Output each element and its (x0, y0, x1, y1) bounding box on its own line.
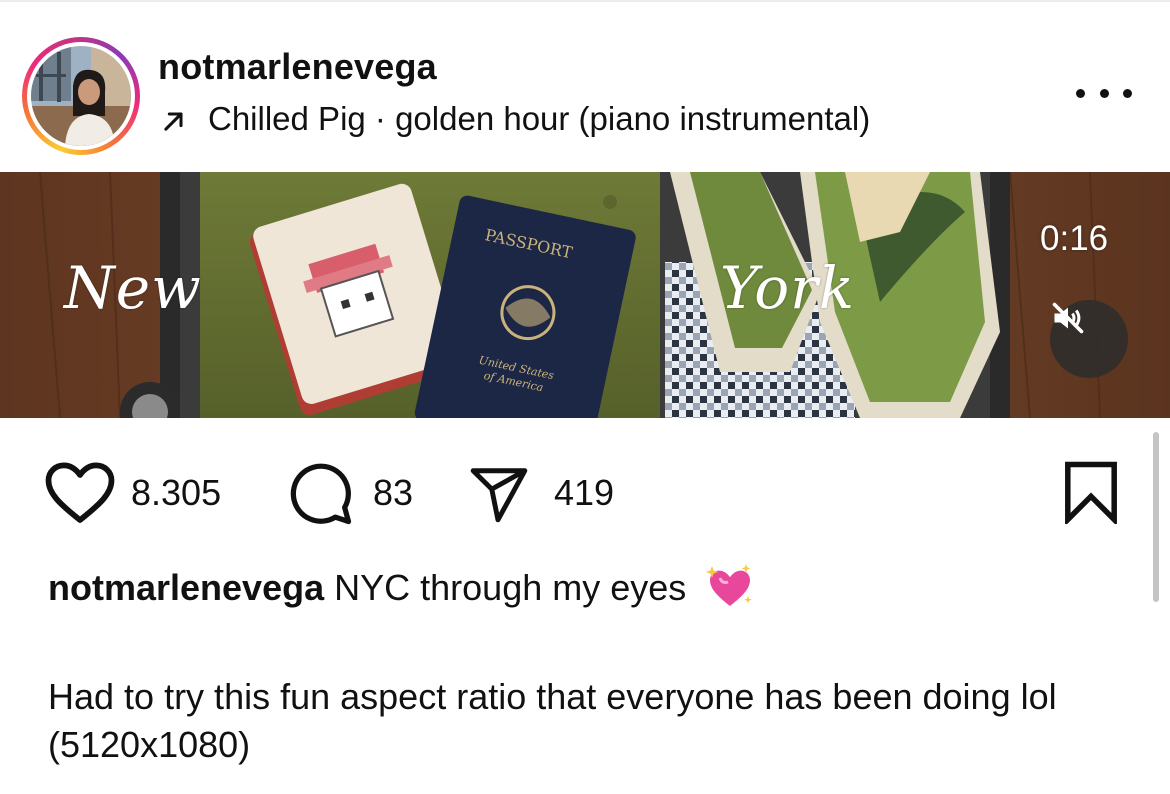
caption-text: NYC through my eyes (334, 567, 687, 608)
story-ring[interactable] (22, 37, 140, 155)
comments-count[interactable]: 83 (373, 472, 413, 514)
post-username[interactable]: notmarlenevega (158, 46, 437, 88)
post-media[interactable]: PASSPORT United States of America New Yo… (0, 172, 1170, 418)
more-dot (1076, 88, 1085, 98)
heart-icon[interactable] (44, 460, 116, 526)
music-label: Chilled Pig · golden hour (piano instrum… (208, 100, 871, 137)
overlay-text-right: York (720, 254, 856, 322)
more-dot (1099, 88, 1109, 98)
avatar-gap (27, 42, 135, 150)
top-divider (0, 0, 1170, 2)
avatar[interactable] (31, 46, 131, 146)
mute-button[interactable] (1050, 300, 1128, 378)
scrollbar[interactable] (1153, 432, 1159, 602)
shares-count[interactable]: 419 (554, 472, 614, 514)
likes-count[interactable]: 8.305 (131, 472, 221, 514)
music-attribution[interactable]: Chilled Pig · golden hour (piano instrum… (160, 100, 870, 138)
more-options-button[interactable] (1076, 78, 1132, 108)
speaker-muted-icon (1052, 302, 1084, 334)
arrow-up-right-icon (164, 112, 183, 131)
action-bar: 8.305 83 419 (0, 418, 1170, 548)
sparkling-heart-icon (704, 562, 756, 622)
overlay-text-left: New (64, 254, 202, 322)
comment-icon[interactable] (288, 461, 354, 527)
caption-username[interactable]: notmarlenevega (48, 567, 324, 608)
bookmark-icon[interactable] (1062, 460, 1120, 524)
caption: notmarlenevega NYC through my eyes (48, 562, 1128, 622)
video-timer: 0:16 (1040, 219, 1109, 258)
more-dot (1123, 88, 1132, 98)
share-icon[interactable] (467, 463, 531, 525)
caption-body: Had to try this fun aspect ratio that ev… (48, 676, 1057, 765)
